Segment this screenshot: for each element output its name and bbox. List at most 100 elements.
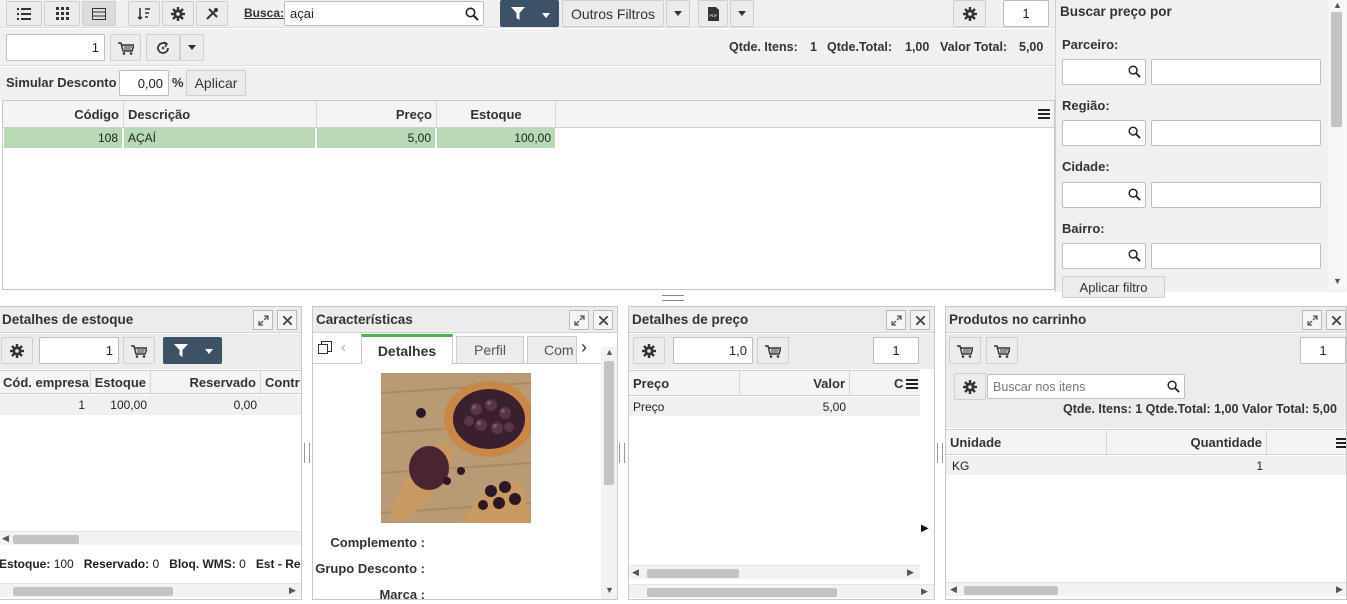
pdf-button[interactable]: PDF bbox=[698, 0, 728, 27]
expand-right-icon[interactable]: ▶ bbox=[921, 523, 929, 534]
bairro-name-input[interactable] bbox=[1151, 243, 1321, 269]
search-icon[interactable] bbox=[1128, 188, 1141, 201]
close-button[interactable] bbox=[1326, 310, 1346, 330]
outros-filtros-button[interactable]: Outros Filtros bbox=[562, 0, 664, 27]
tab-perfil[interactable]: Perfil bbox=[456, 336, 524, 364]
col-quantidade[interactable]: Quantidade bbox=[1107, 430, 1267, 454]
page-number-input[interactable]: 1 bbox=[1003, 0, 1049, 27]
table-row[interactable]: 1 100,00 0,00 bbox=[0, 395, 301, 415]
preco-footer-hscroll[interactable]: ▶ bbox=[629, 584, 934, 598]
scroll-right-icon[interactable]: ▶ bbox=[907, 567, 914, 578]
search-icon[interactable] bbox=[1128, 249, 1141, 262]
preco-quantity-input[interactable]: 1,0 bbox=[673, 337, 753, 364]
parceiro-code-input[interactable] bbox=[1062, 59, 1146, 85]
aplicar-filtro-button[interactable]: Aplicar filtro bbox=[1062, 276, 1165, 298]
column-menu-icon[interactable] bbox=[906, 379, 918, 389]
scroll-up-icon[interactable]: ▲ bbox=[1333, 0, 1342, 10]
preco-page-input[interactable]: 1 bbox=[873, 337, 919, 364]
expand-button[interactable] bbox=[886, 310, 906, 330]
estoque-hscroll[interactable]: ◀ bbox=[0, 531, 301, 545]
col-preco[interactable]: Preço bbox=[317, 101, 437, 127]
outros-filtros-dropdown[interactable] bbox=[666, 0, 690, 27]
quantity-input[interactable]: 1 bbox=[6, 34, 105, 61]
list-view-button[interactable] bbox=[6, 1, 42, 26]
column-menu-icon[interactable] bbox=[1336, 438, 1347, 448]
scroll-thumb[interactable] bbox=[647, 569, 739, 578]
col-reservado[interactable]: Reservado bbox=[151, 371, 261, 393]
settings-button[interactable] bbox=[633, 337, 665, 364]
add-to-cart-button[interactable] bbox=[110, 34, 141, 61]
settings-button[interactable] bbox=[954, 373, 986, 400]
settings-button[interactable] bbox=[1, 337, 33, 364]
table-row[interactable]: Preço 5,00 bbox=[629, 397, 920, 416]
bairro-code-input[interactable] bbox=[1062, 243, 1146, 269]
estoque-footer-hscroll[interactable]: ▶ bbox=[0, 583, 301, 597]
search-icon[interactable] bbox=[1167, 380, 1180, 393]
expand-button[interactable] bbox=[253, 310, 273, 330]
expand-button[interactable] bbox=[569, 310, 589, 330]
grid-settings-button[interactable] bbox=[953, 0, 986, 27]
tab-next-icon[interactable]: › bbox=[581, 337, 587, 358]
carrinho-search-input[interactable]: Buscar nos itens bbox=[987, 374, 1185, 399]
col-estoque[interactable]: Estoque bbox=[91, 371, 151, 393]
busca-input[interactable]: açai bbox=[284, 1, 484, 26]
col-unidade[interactable]: Unidade bbox=[946, 430, 1107, 454]
table-row[interactable]: KG 1 bbox=[946, 456, 1346, 475]
col-c[interactable]: C bbox=[850, 371, 910, 395]
sort-button[interactable] bbox=[128, 1, 160, 26]
sidebar-scroll-thumb[interactable] bbox=[1331, 12, 1342, 127]
cart-add-button[interactable] bbox=[949, 337, 981, 364]
col-codigo[interactable]: Código bbox=[3, 101, 124, 127]
search-icon[interactable] bbox=[465, 7, 479, 21]
table-row[interactable]: 108 AÇAÍ 5,00 100,00 bbox=[3, 128, 556, 148]
column-menu-icon[interactable] bbox=[1038, 109, 1050, 119]
refresh-dropdown[interactable] bbox=[180, 34, 204, 61]
scroll-left-icon[interactable]: ◀ bbox=[950, 584, 957, 595]
search-icon[interactable] bbox=[1128, 65, 1141, 78]
scroll-thumb[interactable] bbox=[604, 361, 614, 485]
search-icon[interactable] bbox=[1128, 126, 1141, 139]
scroll-left-icon[interactable]: ◀ bbox=[2, 533, 9, 544]
scroll-down-icon[interactable]: ▼ bbox=[1333, 276, 1342, 286]
col-preco[interactable]: Preço bbox=[629, 371, 740, 395]
close-button[interactable] bbox=[277, 310, 297, 330]
cidade-code-input[interactable] bbox=[1062, 182, 1146, 208]
tab-com[interactable]: Com bbox=[527, 336, 577, 364]
scroll-right-icon[interactable]: ▶ bbox=[289, 585, 296, 596]
carrinho-page-input[interactable]: 1 bbox=[1300, 337, 1346, 364]
table-view-button[interactable] bbox=[82, 1, 116, 26]
splitter-handle[interactable] bbox=[662, 295, 684, 301]
pdf-dropdown[interactable] bbox=[730, 0, 754, 27]
carrinho-hscroll[interactable]: ◀ ▶ bbox=[946, 582, 1346, 596]
scroll-thumb[interactable] bbox=[13, 535, 79, 544]
scroll-right-icon[interactable]: ▶ bbox=[921, 586, 928, 597]
col-descricao[interactable]: Descrição bbox=[124, 101, 317, 127]
col-estoque[interactable]: Estoque bbox=[437, 101, 556, 127]
aplicar-button[interactable]: Aplicar bbox=[186, 70, 246, 96]
scroll-thumb[interactable] bbox=[964, 586, 1058, 595]
filter-button[interactable] bbox=[500, 0, 559, 27]
tab-prev-icon[interactable]: ‹ bbox=[341, 339, 346, 356]
close-button[interactable] bbox=[593, 310, 613, 330]
vertical-splitter[interactable] bbox=[304, 443, 310, 463]
col-valor[interactable]: Valor bbox=[740, 371, 850, 395]
settings-button[interactable] bbox=[162, 1, 194, 26]
cart-remove-button[interactable] bbox=[986, 337, 1018, 364]
vertical-splitter[interactable] bbox=[937, 443, 943, 463]
estoque-quantity-input[interactable]: 1 bbox=[39, 337, 119, 364]
copy-icon[interactable] bbox=[318, 341, 332, 355]
scroll-right-icon[interactable]: ▶ bbox=[1336, 584, 1343, 595]
close-button[interactable] bbox=[910, 310, 930, 330]
scroll-down-icon[interactable]: ▼ bbox=[605, 585, 614, 595]
scroll-thumb[interactable] bbox=[647, 588, 837, 597]
regiao-code-input[interactable] bbox=[1062, 120, 1146, 146]
caract-vscroll[interactable]: ▲ ▼ bbox=[601, 347, 617, 599]
vertical-splitter[interactable] bbox=[619, 443, 625, 463]
parceiro-name-input[interactable] bbox=[1151, 59, 1321, 85]
cidade-name-input[interactable] bbox=[1151, 182, 1321, 208]
sidebar-scrollbar[interactable]: ▲ ▼ bbox=[1328, 0, 1346, 290]
expand-button[interactable] bbox=[1302, 310, 1322, 330]
col-cod-empresa[interactable]: Cód. empresa bbox=[0, 371, 91, 393]
preco-hscroll[interactable]: ◀ ▶ bbox=[629, 565, 920, 579]
grid-view-button[interactable] bbox=[44, 1, 80, 26]
